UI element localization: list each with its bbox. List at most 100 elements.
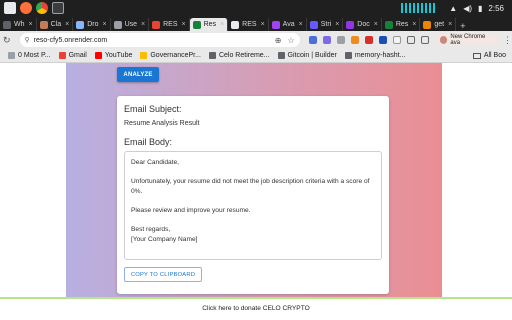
site-info-icon[interactable]: ⚲ [25, 36, 30, 44]
firefox-icon[interactable] [20, 2, 32, 14]
bookmark-item[interactable]: Gitcoin | Builder [277, 52, 337, 59]
tab-close-icon[interactable]: × [220, 21, 224, 28]
all-bookmarks[interactable]: All Boo [472, 52, 506, 59]
tab-label: Cla [50, 21, 62, 28]
tab-favicon-icon [384, 20, 393, 29]
footer-divider [0, 297, 512, 299]
tab-close-icon[interactable]: × [448, 21, 452, 28]
bookmark-label: GovernancePr... [150, 52, 201, 59]
email-result-line: Unfortunately, your resume did not meet … [131, 178, 370, 195]
tab-6[interactable]: RES × [228, 18, 269, 31]
profile-label: New Chrome ava [450, 34, 486, 46]
tab-close-icon[interactable]: × [29, 21, 33, 28]
tab-7[interactable]: Ava × [269, 18, 307, 31]
email-subject-value: Resume Analysis Result [124, 120, 200, 127]
tab-close-icon[interactable]: × [65, 21, 69, 28]
new-tab-icon[interactable]: + [460, 21, 465, 31]
donate-link[interactable]: Click here to donate CELO CRYPTO [0, 305, 512, 312]
url-text: reso-cfy5.onrender.com [33, 36, 108, 44]
tab-4[interactable]: RES × [149, 18, 190, 31]
tab-label: Stri [320, 21, 332, 28]
tab-favicon-icon [271, 20, 280, 29]
tab-label: Res [395, 21, 409, 28]
tab-close-icon[interactable]: × [335, 21, 339, 28]
bookmark-item[interactable]: 0 Most P... [8, 52, 51, 59]
tab-8[interactable]: Stri × [307, 18, 344, 31]
tab-close-icon[interactable]: × [182, 21, 186, 28]
tab-label: Ava [282, 21, 295, 28]
bookmark-favicon-icon [8, 52, 15, 59]
network-icon[interactable]: ▲ [449, 4, 457, 13]
bookmark-favicon-icon [58, 52, 66, 59]
tab-close-icon[interactable]: × [412, 21, 416, 28]
tab-1[interactable]: Cla × [37, 18, 74, 31]
tab-9[interactable]: Doc × [343, 18, 382, 31]
audio-visualizer-icon [401, 3, 438, 13]
analyze-button[interactable]: ANALYZE [117, 67, 159, 82]
tab-favicon-icon [231, 20, 240, 29]
tab-close-icon[interactable]: × [141, 21, 145, 28]
files-icon[interactable] [4, 2, 16, 14]
bookmark-favicon-icon [208, 52, 216, 59]
tab-close-icon[interactable]: × [261, 21, 265, 28]
bookmark-favicon-icon [140, 52, 148, 59]
page-viewport: ANALYZE Email Subject: Resume Analysis R… [0, 63, 512, 320]
tab-favicon-icon [192, 20, 201, 29]
bookmark-label: Gitcoin | Builder [287, 52, 337, 59]
extension-red-icon[interactable] [364, 36, 373, 44]
tab-3[interactable]: Use × [111, 18, 150, 31]
bookmark-item[interactable]: Celo Retireme... [208, 52, 270, 59]
bookmark-star-icon[interactable]: ☆ [287, 36, 294, 45]
copy-to-clipboard-button[interactable]: COPY TO CLIPBOARD [124, 267, 202, 282]
bookmark-label: Celo Retireme... [218, 52, 270, 59]
bookmark-label: Gmail [68, 52, 87, 59]
bookmark-favicon-icon [277, 52, 285, 59]
extension-purple-icon[interactable] [322, 36, 331, 44]
bookmark-item[interactable]: memory-hasht... [344, 52, 406, 59]
tab-5[interactable]: Res × [189, 18, 229, 31]
extension-shield-icon[interactable] [378, 36, 387, 44]
tab-2[interactable]: Dro × [73, 18, 111, 31]
tab-close-icon[interactable]: × [102, 21, 106, 28]
tab-11[interactable]: get × [420, 18, 457, 31]
bookmark-item[interactable]: GovernancePr... [140, 52, 201, 59]
extensions-puzzle-icon[interactable] [406, 36, 415, 44]
extension-box-icon[interactable] [392, 36, 401, 44]
menu-icon[interactable]: ⋮ [503, 35, 512, 46]
address-bar[interactable]: ⚲ reso-cfy5.onrender.com ⊕ ☆ [19, 33, 300, 47]
zoom-icon[interactable]: ⊕ [275, 36, 282, 45]
reload-icon[interactable]: ↻ [0, 35, 14, 46]
email-card: Email Subject: Resume Analysis Result Em… [117, 96, 389, 294]
clock[interactable]: 2:56 [488, 4, 504, 13]
tab-close-icon[interactable]: × [299, 21, 303, 28]
battery-icon[interactable]: ▮ [478, 4, 482, 13]
chrome-icon[interactable] [36, 2, 48, 14]
tab-close-icon[interactable]: × [374, 21, 378, 28]
terminal-icon[interactable] [52, 2, 64, 14]
tab-label: Dro [87, 21, 99, 28]
tab-10[interactable]: Res × [382, 18, 421, 31]
tab-0[interactable]: Wh × [0, 18, 37, 31]
browser-tab-strip: ▲ ◀) ▮ 2:56 Wh × Cla × Dro × Use × RES × Res × RES × A… [0, 0, 512, 31]
bookmark-label: memory-hasht... [354, 52, 406, 59]
extension-blue-icon[interactable] [308, 36, 317, 44]
tab-label: RES [163, 21, 178, 28]
bookmark-favicon-icon [94, 52, 102, 59]
tab-label: Res [203, 21, 217, 28]
tab-favicon-icon [309, 20, 318, 29]
extension-grey-icon[interactable] [336, 36, 345, 44]
tab-list: Wh × Cla × Dro × Use × RES × Res × RES × Ava × Stri × Doc ×… [0, 16, 512, 31]
email-body-textarea[interactable]: Dear Candidate, Unfortunately, your resu… [124, 151, 382, 260]
tab-favicon-icon [76, 20, 85, 29]
email-body-heading: Email Body: [124, 137, 173, 147]
bookmark-item[interactable]: YouTube [94, 52, 132, 59]
sidebar-icon[interactable] [420, 36, 429, 44]
tab-label: get [434, 21, 445, 28]
email-greeting: Dear Candidate, [131, 159, 180, 166]
bookmark-item[interactable]: Gmail [58, 52, 87, 59]
volume-icon[interactable]: ◀) [463, 4, 472, 13]
tab-label: RES [242, 21, 257, 28]
extension-orange-icon[interactable] [350, 36, 359, 44]
profile-chip[interactable]: New Chrome ava [435, 34, 499, 46]
email-signoff: Best regards, [131, 226, 171, 234]
